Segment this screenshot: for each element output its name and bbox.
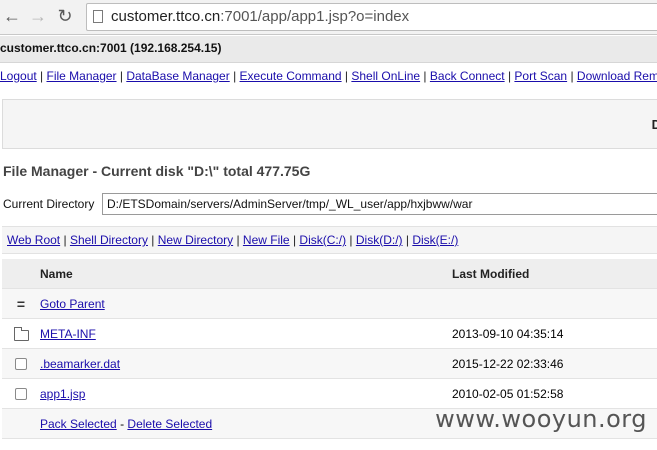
- menu-execute-command[interactable]: Execute Command: [240, 69, 342, 83]
- file-modified-date: 2015-12-22 02:33:46: [452, 348, 657, 379]
- url-text[interactable]: customer.ttco.cn:7001/app/app1.jsp?o=ind…: [111, 8, 409, 25]
- link-new-directory[interactable]: New Directory: [158, 233, 233, 247]
- pack-selected-link[interactable]: Pack Selected: [40, 417, 117, 431]
- file-name-link[interactable]: .beamarker.dat: [40, 357, 120, 371]
- file-modified-date: 2013-09-10 04:35:14: [452, 318, 657, 349]
- url-path: :7001/app/app1.jsp?o=index: [220, 8, 410, 25]
- link-disk-e[interactable]: Disk(E:/): [412, 233, 458, 247]
- host-header: customer.ttco.cn:7001 (192.168.254.15): [0, 36, 657, 63]
- address-bar[interactable]: customer.ttco.cn:7001/app/app1.jsp?o=ind…: [86, 3, 657, 31]
- table-row-parent: = Goto Parent: [2, 288, 657, 319]
- quick-links-bar: Web Root | Shell Directory | New Directo…: [2, 226, 657, 254]
- select-checkbox[interactable]: [15, 388, 27, 401]
- top-menu: Logout | File Manager | DataBase Manager…: [0, 69, 657, 83]
- page-title: File Manager - Current disk "D:\" total …: [3, 163, 311, 179]
- menu-back-connect[interactable]: Back Connect: [430, 69, 505, 83]
- menu-port-scan[interactable]: Port Scan: [514, 69, 567, 83]
- table-row: app1.jsp 2010-02-05 01:52:58: [2, 378, 657, 409]
- column-header-name: Name: [40, 259, 452, 289]
- watermark: www.wooyun.org: [435, 405, 647, 433]
- folder-icon: [13, 326, 29, 341]
- file-modified-date: 2010-02-05 01:52:58: [452, 378, 657, 409]
- info-banner: D: [2, 99, 657, 149]
- parent-directory-icon: =: [16, 295, 26, 312]
- table-header-row: Name Last Modified: [2, 259, 657, 289]
- current-directory-input[interactable]: [102, 193, 657, 215]
- host-text: customer.ttco.cn:7001 (192.168.254.15): [0, 41, 222, 55]
- reload-icon[interactable]: ↻: [55, 6, 75, 26]
- file-name-link[interactable]: app1.jsp: [40, 387, 85, 401]
- table-header-icon: [2, 259, 40, 289]
- forward-arrow-icon[interactable]: →: [28, 6, 48, 26]
- menu-download-remote[interactable]: Download Remo: [577, 69, 657, 83]
- link-disk-d[interactable]: Disk(D:/): [356, 233, 403, 247]
- select-checkbox[interactable]: [15, 358, 27, 371]
- link-disk-c[interactable]: Disk(C:/): [299, 233, 346, 247]
- link-new-file[interactable]: New File: [243, 233, 290, 247]
- back-arrow-icon[interactable]: ←: [2, 6, 22, 26]
- column-header-last-modified: Last Modified: [452, 259, 657, 289]
- table-row: META-INF 2013-09-10 04:35:14: [2, 318, 657, 349]
- menu-shell-online[interactable]: Shell OnLine: [351, 69, 420, 83]
- browser-toolbar: ← → ↻ customer.ttco.cn:7001/app/app1.jsp…: [0, 0, 657, 35]
- file-name-link[interactable]: META-INF: [40, 327, 96, 341]
- link-web-root[interactable]: Web Root: [7, 233, 60, 247]
- page-icon: [93, 10, 103, 23]
- table-row: .beamarker.dat 2015-12-22 02:33:46: [2, 348, 657, 379]
- menu-database-manager[interactable]: DataBase Manager: [126, 69, 229, 83]
- delete-selected-link[interactable]: Delete Selected: [127, 417, 212, 431]
- link-shell-directory[interactable]: Shell Directory: [70, 233, 148, 247]
- actions-separator: -: [120, 416, 125, 431]
- current-directory-label: Current Directory: [3, 197, 95, 211]
- menu-logout[interactable]: Logout: [0, 69, 37, 83]
- url-host: customer.ttco.cn: [111, 8, 221, 25]
- goto-parent-link[interactable]: Goto Parent: [40, 297, 105, 311]
- menu-file-manager[interactable]: File Manager: [47, 69, 117, 83]
- banner-text: D: [651, 117, 657, 132]
